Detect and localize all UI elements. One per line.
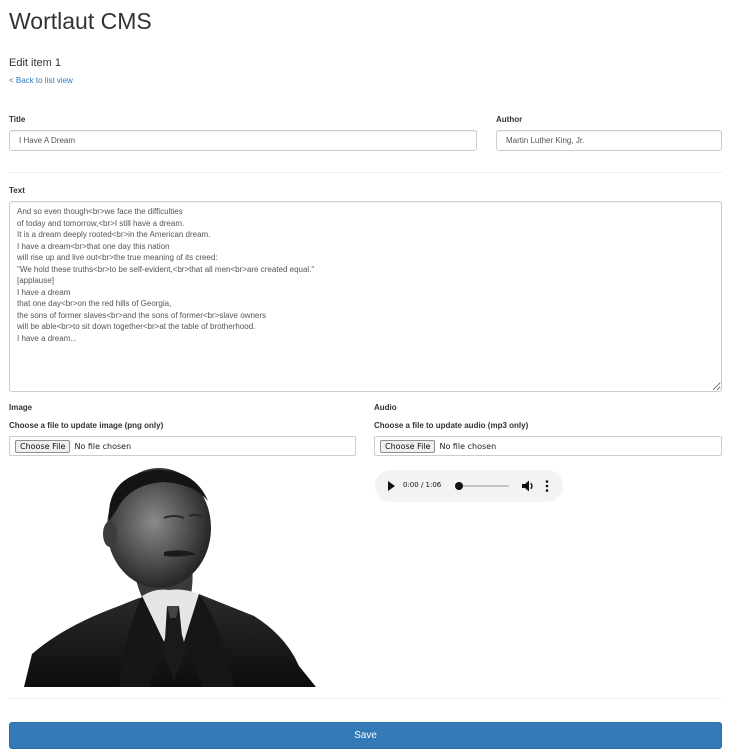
page-subtitle: Edit item 1 <box>9 57 61 69</box>
author-input-value: Martin Luther King, Jr. <box>506 136 585 145</box>
audio-seek-bar[interactable] <box>457 485 509 487</box>
volume-icon[interactable] <box>521 479 535 493</box>
audio-time-display: 0:00 / 1:06 <box>403 481 442 489</box>
title-label: Title <box>9 115 26 124</box>
image-file-status: No file chosen <box>74 441 132 451</box>
audio-file-input[interactable]: Choose File No file chosen <box>374 436 722 456</box>
author-label: Author <box>496 115 523 124</box>
image-file-input[interactable]: Choose File No file chosen <box>9 436 356 456</box>
portrait-image <box>24 468 316 687</box>
more-options-icon[interactable] <box>545 479 549 493</box>
audio-player: 0:00 / 1:06 <box>375 470 563 502</box>
back-to-list-link[interactable]: < Back to list view <box>9 76 73 85</box>
audio-choose-file-button[interactable]: Choose File <box>380 439 436 453</box>
save-button[interactable]: Save <box>9 722 722 749</box>
image-label: Image <box>9 403 33 412</box>
title-input-value: I Have A Dream <box>19 136 76 145</box>
audio-seek-handle[interactable] <box>455 482 463 490</box>
author-input[interactable]: Martin Luther King, Jr. <box>496 130 722 151</box>
audio-file-hint: Choose a file to update audio (mp3 only) <box>374 421 529 430</box>
image-file-hint: Choose a file to update image (png only) <box>9 421 164 430</box>
footer-divider <box>9 698 722 699</box>
text-textarea[interactable]: And so even though<br>we face the diffic… <box>9 201 722 392</box>
title-input[interactable]: I Have A Dream <box>9 130 477 151</box>
text-label: Text <box>9 186 25 195</box>
app-title: Wortlaut CMS <box>9 8 152 34</box>
audio-file-status: No file chosen <box>439 441 497 451</box>
image-choose-file-button[interactable]: Choose File <box>15 439 71 453</box>
audio-label: Audio <box>374 403 397 412</box>
section-divider <box>9 172 722 173</box>
play-icon[interactable] <box>388 481 395 491</box>
